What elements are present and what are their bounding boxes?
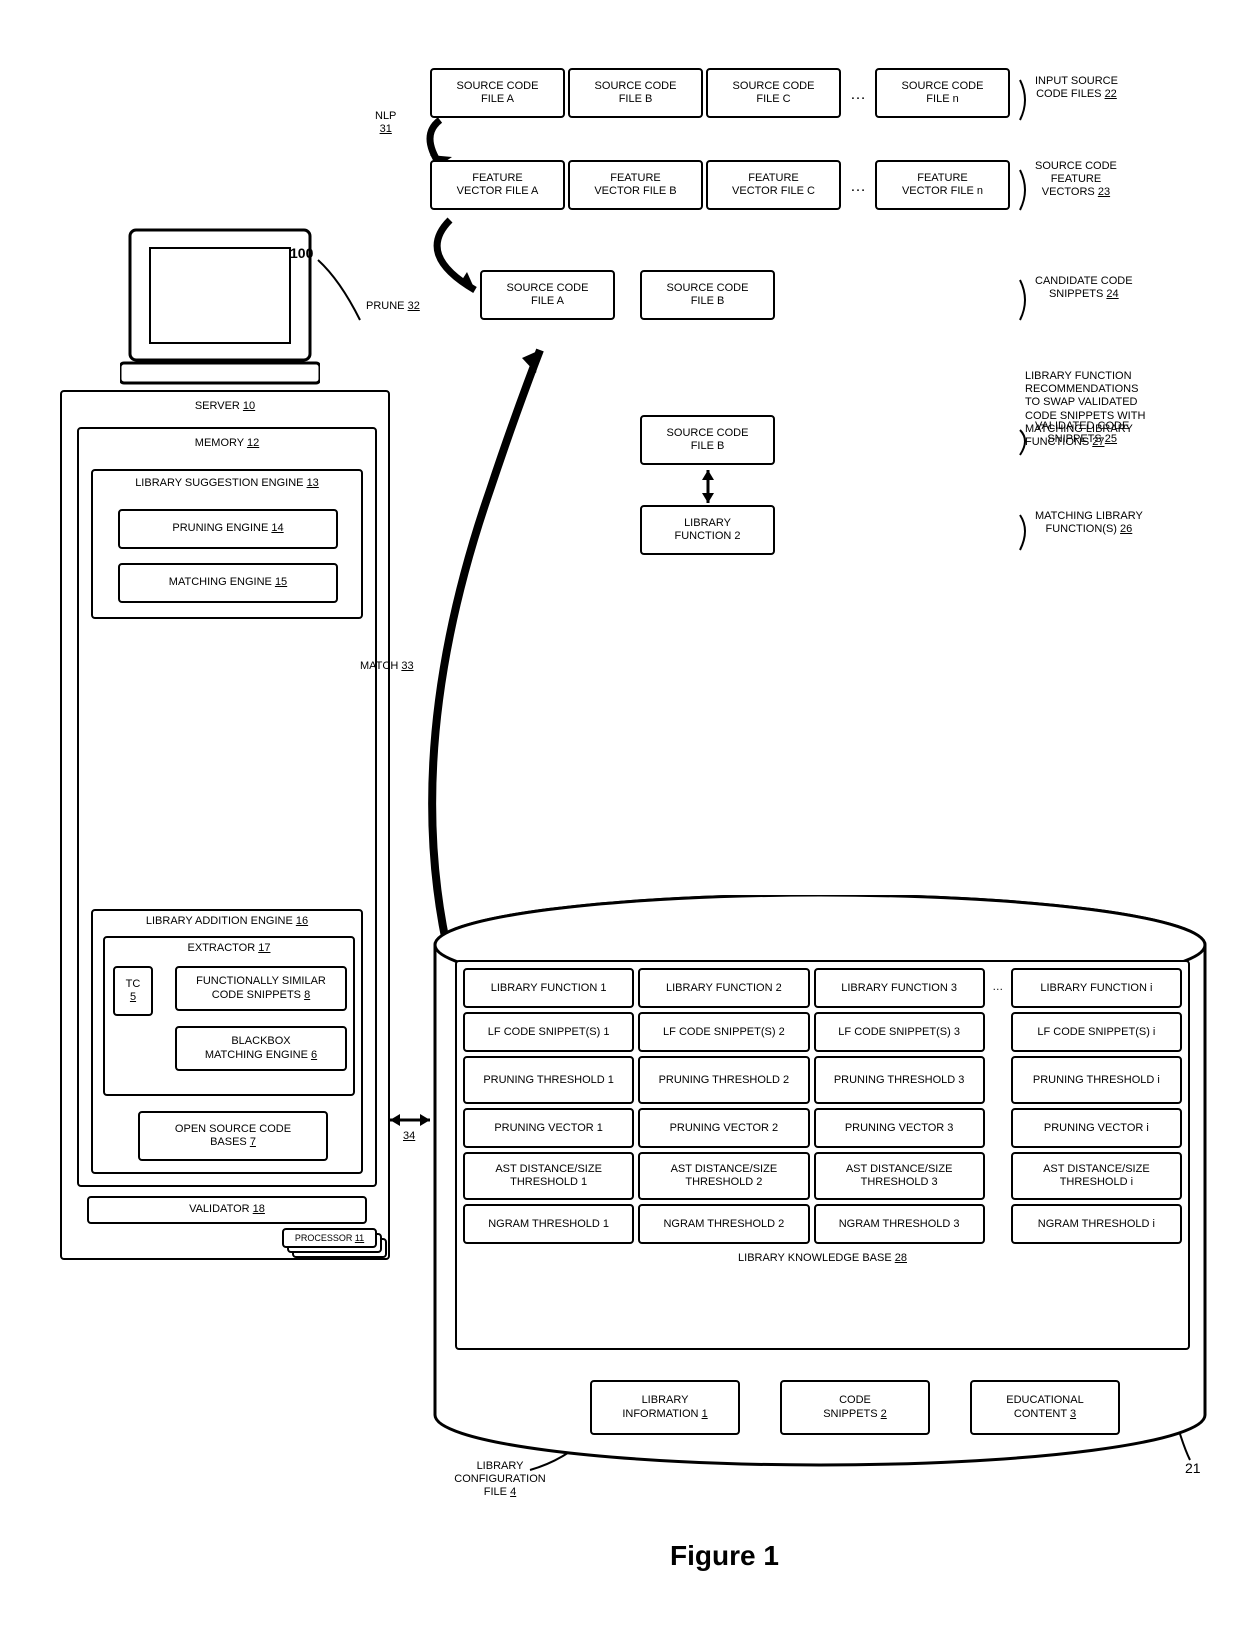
kb-r6ci: NGRAM THRESHOLD i (1011, 1204, 1182, 1244)
kb-r5ci: AST DISTANCE/SIZE THRESHOLD i (1011, 1152, 1182, 1200)
kb-h1: LIBRARY FUNCTION 1 (463, 968, 634, 1008)
src-n: SOURCE CODEFILE n (875, 68, 1010, 118)
kb-r3ci: PRUNING THRESHOLD i (1011, 1056, 1182, 1104)
src-feat-label: SOURCE CODE FEATURE VECTORS 23 (1035, 160, 1117, 200)
kb-r2c2: LF CODE SNIPPET(S) 2 (638, 1012, 809, 1052)
kb-h3: LIBRARY FUNCTION 3 (814, 968, 985, 1008)
fv-c: FEATUREVECTOR FILE C (706, 160, 841, 210)
kb-r2c1: LF CODE SNIPPET(S) 1 (463, 1012, 634, 1052)
cand-src-a: SOURCE CODEFILE A (480, 270, 615, 320)
processor-box: PROCESSOR 11 (282, 1228, 377, 1248)
kb-r4c3: PRUNING VECTOR 3 (814, 1108, 985, 1148)
recommendation-text: LIBRARY FUNCTION RECOMMENDATIONS TO SWAP… (1025, 370, 1195, 449)
input-src-label: INPUT SOURCE CODE FILES 22 (1035, 75, 1118, 101)
arrow34-label: 34 (403, 1130, 415, 1143)
server-box: SERVER 10 MEMORY 12 LIBRARY SUGGESTION E… (60, 390, 390, 1260)
kb-r4ci: PRUNING VECTOR i (1011, 1108, 1182, 1148)
server-num: 10 (243, 400, 255, 412)
kb-r6c1: NGRAM THRESHOLD 1 (463, 1204, 634, 1244)
fv-b: FEATUREVECTOR FILE B (568, 160, 703, 210)
open-source-box: OPEN SOURCE CODE BASES 7 (138, 1111, 328, 1161)
ls-engine-box: LIBRARY SUGGESTION ENGINE 13 PRUNING ENG… (91, 469, 363, 619)
lib-info-box: LIBRARY INFORMATION 1 (590, 1380, 740, 1435)
cand-src-b: SOURCE CODEFILE B (640, 270, 775, 320)
fv-n: FEATUREVECTOR FILE n (875, 160, 1010, 210)
kb-r2ci: LF CODE SNIPPET(S) i (1011, 1012, 1182, 1052)
src-b: SOURCE CODEFILE B (568, 68, 703, 118)
tc-box: TC 5 (113, 966, 153, 1016)
kb-r5c3: AST DISTANCE/SIZE THRESHOLD 3 (814, 1152, 985, 1200)
la-engine-box: LIBRARY ADDITION ENGINE 16 EXTRACTOR 17 … (91, 909, 363, 1174)
fv-a: FEATUREVECTOR FILE A (430, 160, 565, 210)
kb-r6c3: NGRAM THRESHOLD 3 (814, 1204, 985, 1244)
kb-r2c3: LF CODE SNIPPET(S) 3 (814, 1012, 985, 1052)
memory-title: MEMORY (195, 437, 244, 449)
match-label: MATCH 33 (360, 660, 414, 673)
extractor-box: EXTRACTOR 17 TC 5 FUNCTIONALLY SIMILAR C… (103, 936, 355, 1096)
kb-outer: LIBRARY FUNCTION 1 LIBRARY FUNCTION 2 LI… (455, 960, 1190, 1350)
kb-r3c2: PRUNING THRESHOLD 2 (638, 1056, 809, 1104)
monitor-icon (120, 220, 320, 400)
validator-box: VALIDATOR 18 (87, 1196, 367, 1224)
server-title: SERVER (195, 400, 240, 412)
matching-engine-box: MATCHING ENGINE 15 (118, 563, 338, 603)
edu-content-box: EDUCATIONAL CONTENT 3 (970, 1380, 1120, 1435)
kb-num-21: 21 (1185, 1460, 1201, 1477)
ls-engine-title: LIBRARY SUGGESTION ENGINE (135, 477, 303, 489)
kb-r3c1: PRUNING THRESHOLD 1 (463, 1056, 634, 1104)
kb-r4c2: PRUNING VECTOR 2 (638, 1108, 809, 1148)
dots-src: … (850, 85, 866, 104)
kb-dots: … (989, 968, 1007, 1008)
kb-label: LIBRARY KNOWLEDGE BASE (738, 1252, 892, 1264)
code-snip-box: CODE SNIPPETS 2 (780, 1380, 930, 1435)
val-src-b: SOURCE CODEFILE B (640, 415, 775, 465)
blackbox-box: BLACKBOX MATCHING ENGINE 6 (175, 1026, 347, 1071)
nlp-label: NLP 31 (375, 110, 396, 136)
figure-title: Figure 1 (670, 1540, 779, 1572)
kb-r4c1: PRUNING VECTOR 1 (463, 1108, 634, 1148)
memory-box: MEMORY 12 LIBRARY SUGGESTION ENGINE 13 P… (77, 427, 377, 1187)
prune-label: PRUNE 32 (366, 300, 420, 313)
candidate-label: CANDIDATE CODE SNIPPETS 24 (1035, 275, 1133, 301)
kb-r5c1: AST DISTANCE/SIZE THRESHOLD 1 (463, 1152, 634, 1200)
match-lib2: LIBRARYFUNCTION 2 (640, 505, 775, 555)
memory-num: 12 (247, 437, 259, 449)
kb-r5c2: AST DISTANCE/SIZE THRESHOLD 2 (638, 1152, 809, 1200)
kb-r3c3: PRUNING THRESHOLD 3 (814, 1056, 985, 1104)
src-c: SOURCE CODEFILE C (706, 68, 841, 118)
kb-r6c2: NGRAM THRESHOLD 2 (638, 1204, 809, 1244)
kb-h2: LIBRARY FUNCTION 2 (638, 968, 809, 1008)
kb-hi: LIBRARY FUNCTION i (1011, 968, 1182, 1008)
ls-engine-num: 13 (307, 477, 319, 489)
dots-fv: … (850, 177, 866, 196)
pruning-engine-box: PRUNING ENGINE 14 (118, 509, 338, 549)
lib-config-label: LIBRARY CONFIGURATION FILE 4 (440, 1460, 560, 1500)
src-a: SOURCE CODEFILE A (430, 68, 565, 118)
kb-num: 28 (895, 1252, 907, 1264)
matching-lib-label: MATCHING LIBRARY FUNCTION(S) 26 (1035, 510, 1143, 536)
func-similar-box: FUNCTIONALLY SIMILAR CODE SNIPPETS 8 (175, 966, 347, 1011)
